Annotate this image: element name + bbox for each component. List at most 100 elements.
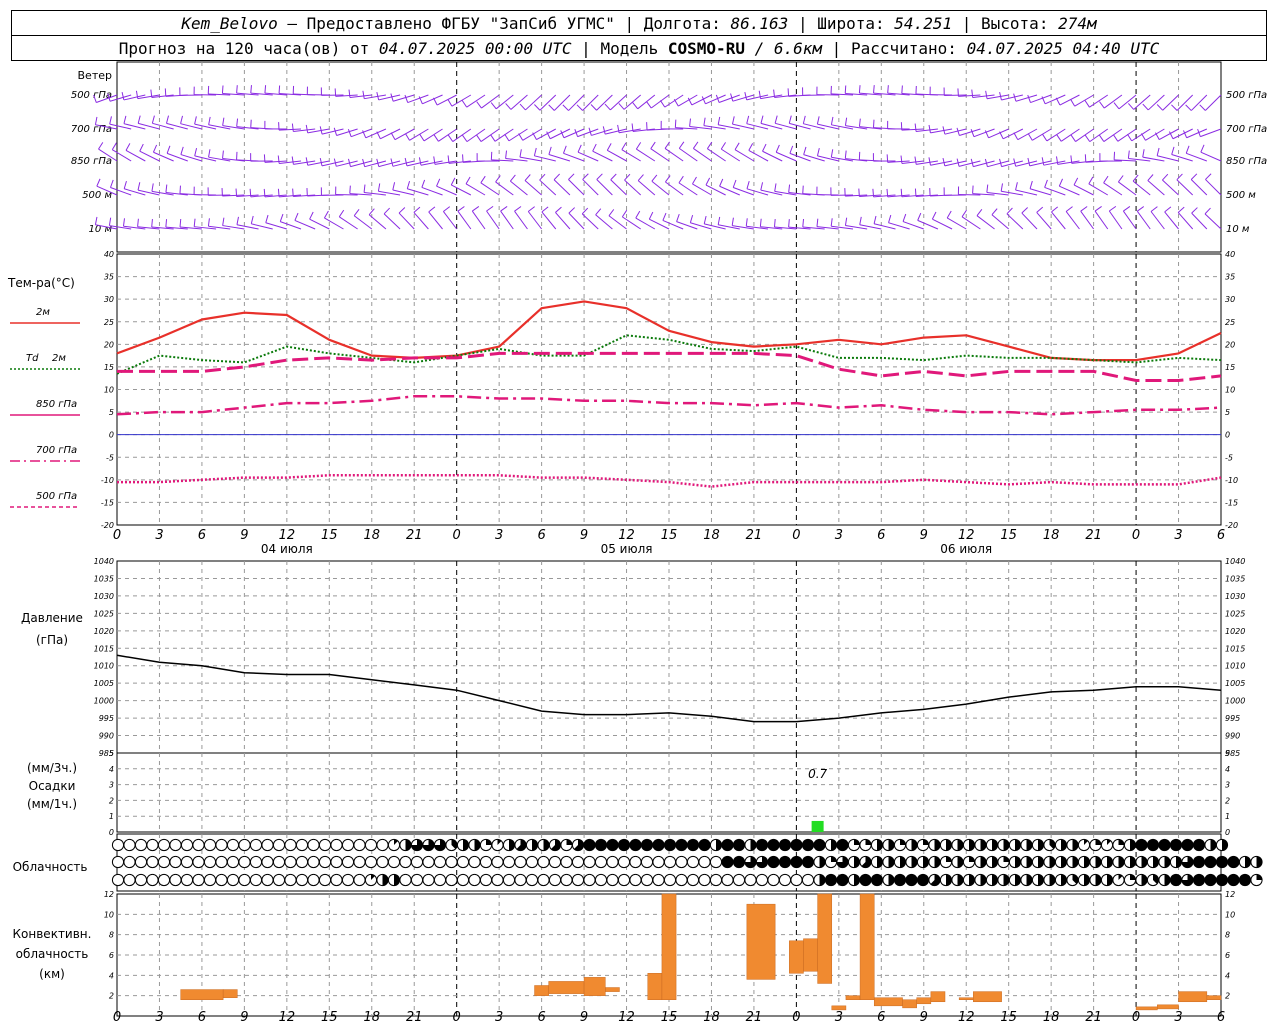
cloud-fill [871,874,883,886]
wind-barb-flag [1162,173,1169,181]
wind-barb-flag [1084,100,1090,108]
cloud-fill [1107,874,1113,886]
wind-barb-flag [562,145,567,154]
wind-barb-flag [208,149,211,158]
wind-barb-flag [390,132,396,140]
wind-barb [1118,181,1137,196]
cloud-fill [733,856,745,868]
temp-xtick-label: 9 [240,528,248,543]
cloud-fill [992,874,998,886]
wind-barb [568,94,585,111]
cloud-symbol [790,873,803,887]
wind-barb-flag [363,184,366,193]
cloud-symbol [686,873,700,887]
temp-xtick-label: 6 [877,528,885,543]
conv-xtick-label: 15 [1000,1010,1017,1024]
wind-barb-flag [576,104,583,111]
cloud-fill [1061,856,1067,868]
conv-bar [222,989,238,998]
cloud-fill [405,839,412,851]
wind-barb [946,217,967,230]
wind-barb-flag [377,183,381,192]
wind-barb-flag [632,102,639,110]
wind-barb-flag [676,213,680,222]
temp-ytick-right: 20 [1225,340,1235,349]
wind-barb-flag [595,208,602,216]
wind-barb-flag [788,115,792,124]
wind-barb-flag [1065,206,1073,212]
cloud-symbol [445,855,458,869]
wind-barb-flag [873,215,877,224]
conv-bar [180,989,224,1000]
precip-unit-1h: (мм/1ч.) [27,797,77,811]
temp-xtick-label: 21 [406,528,423,543]
wind-barb [976,215,995,230]
wind-barb-flag [461,100,468,108]
temp-xtick-label: 3 [1174,528,1182,543]
wind-barb-flag [774,183,777,192]
wind-barb-flag [349,185,351,194]
wind-barb-flag [264,85,267,94]
prec-ytick-right: 4 [1225,765,1230,774]
wind-barb-flag [406,180,411,189]
cloud-symbol [341,873,355,887]
cloud-symbol [514,855,527,869]
wind-barb-flag [109,116,112,125]
conv-bar [661,893,677,1000]
temp-xtick-label: 18 [1043,528,1060,543]
wind-barb [1051,211,1066,230]
cloud-symbol [146,873,159,887]
cloud-symbol [272,838,286,852]
wind-barb-flag [123,115,127,124]
wind-barb-flag [886,154,889,163]
wind-barb-flag [1171,146,1175,155]
cloud-symbol [157,873,171,887]
wind-barb [1205,94,1222,111]
legend-td-2m-prefix: Td [26,353,39,364]
wind-barb-flag [236,216,239,225]
cloud-fill [831,856,837,862]
wind-barb-flag [208,116,211,125]
cloud-symbol [261,838,274,852]
pres-ytick-left: 1040 [94,557,114,566]
wind-barb-flag [873,85,875,94]
temp-ytick-right: -5 [1225,453,1233,462]
wind-barb [383,213,401,230]
wind-barb-flag [651,174,658,182]
wind-barb-flag [914,123,917,132]
conv-xtick-label: 0 [792,1010,800,1024]
cloud-fill [923,839,929,845]
temp-title: Тем-ра(°C) [7,276,75,290]
cloud-symbol [284,855,297,869]
wind-barb-flag [539,173,546,181]
pres-ytick-right: 995 [1225,714,1240,723]
wind-barb-flag [844,117,848,126]
wind-barb-flag [1073,177,1079,186]
wind-barb [1150,211,1165,230]
temp-ytick-left: -5 [106,453,114,462]
wind-barb-flag [746,180,750,189]
cloud-fill [877,839,883,851]
wind-barb-flag [279,213,284,222]
conv-xtick-label: 21 [746,1010,763,1024]
cloud-symbol [387,855,401,869]
conv-ytick-right: 4 [1225,971,1230,980]
cloud-symbol [468,855,481,869]
cloud-fill [629,839,642,851]
wind-barb-flag [606,143,612,151]
cloud-fill [992,839,998,851]
wind-barb-flag [390,158,394,167]
wind-barb [1205,179,1222,196]
cloud-fill [790,839,803,851]
legend-500-label: 500 гПа [36,491,77,502]
wind-barb-flag [291,156,294,165]
wind-barb-flag [404,157,408,166]
wind-barb-flag [971,89,974,98]
wind-barb-flag [236,85,238,94]
wind-barb-flag [701,96,706,104]
cloud-fill [756,839,768,851]
wind-barb-flag [1156,147,1160,156]
cloud-fill [957,856,964,868]
wind-barb-flag [618,103,625,110]
wind-barb-flag [732,179,737,188]
